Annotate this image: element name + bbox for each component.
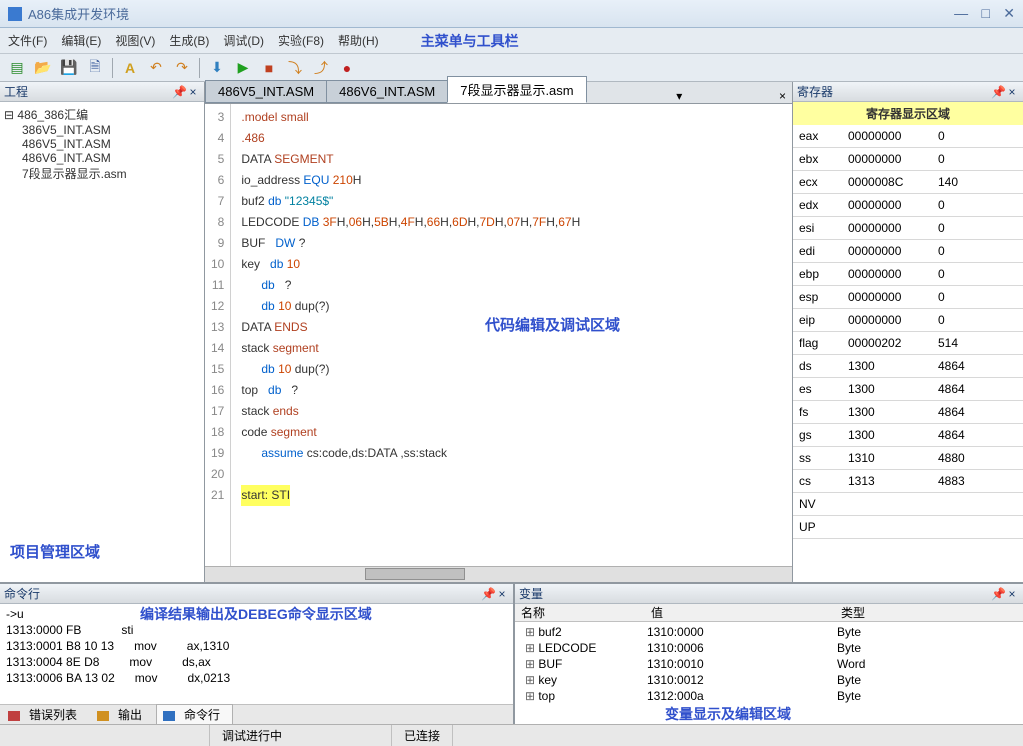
breakpoint-icon[interactable]: ● <box>336 57 358 79</box>
stop-icon[interactable]: ■ <box>258 57 280 79</box>
tab-close-icon[interactable]: × <box>773 89 792 103</box>
menu-build[interactable]: 生成(B) <box>169 32 209 49</box>
menu-experiment[interactable]: 实验(F8) <box>278 32 324 49</box>
cmd-tab-output[interactable]: 输出 <box>91 705 154 724</box>
project-annotation: 项目管理区域 <box>0 521 204 582</box>
panel-close-icon[interactable]: × <box>495 587 509 601</box>
tab[interactable]: 486V5_INT.ASM <box>205 80 327 103</box>
menu-debug[interactable]: 调试(D) <box>223 32 264 49</box>
pin-icon[interactable]: 📌 <box>991 587 1005 601</box>
horizontal-scrollbar[interactable] <box>205 566 792 582</box>
cmd-annotation: 编译结果输出及DEBEG命令显示区域 <box>140 604 372 624</box>
close-icon[interactable]: ✕ <box>1003 5 1015 21</box>
cmd-tab-errors[interactable]: 错误列表 <box>2 705 89 724</box>
tab-active[interactable]: 7段显示器显示.asm <box>447 76 586 103</box>
project-panel-title: 工程 <box>4 83 172 100</box>
stepinto-icon[interactable]: ⤵ <box>284 57 306 79</box>
var-annotation: 变量显示及编辑区域 <box>665 704 791 724</box>
code-editor[interactable]: 3456789101112131415161718192021 .model s… <box>205 104 792 566</box>
editor-tabs: 486V5_INT.ASM 486V6_INT.ASM 7段显示器显示.asm … <box>205 82 792 104</box>
line-gutter: 3456789101112131415161718192021 <box>205 104 231 566</box>
panel-close-icon[interactable]: × <box>1005 85 1019 99</box>
var-table[interactable]: ⊞ buf21310:0000Byte⊞ LEDCODE1310:0006Byt… <box>515 622 1023 724</box>
code-body[interactable]: .model small.486DATA SEGMENTio_address E… <box>231 104 792 566</box>
menu-bar: 文件(F) 编辑(E) 视图(V) 生成(B) 调试(D) 实验(F8) 帮助(… <box>0 28 1023 54</box>
tree-file[interactable]: 486V6_INT.ASM <box>4 151 200 165</box>
open-icon[interactable]: 📂 <box>32 57 54 79</box>
new-file-icon[interactable]: ▤ <box>6 57 28 79</box>
register-panel-title: 寄存器 <box>797 83 991 100</box>
var-col-value: 值 <box>645 604 835 621</box>
tree-file[interactable]: 486V5_INT.ASM <box>4 137 200 151</box>
app-icon <box>8 7 22 21</box>
register-table[interactable]: eax000000000ebx000000000ecx0000008C140ed… <box>793 125 1023 582</box>
tree-root[interactable]: 486_386汇编 <box>17 108 88 122</box>
minimize-icon[interactable]: — <box>954 5 968 21</box>
cmd-output[interactable]: ->u1313:0000 FB sti1313:0001 B8 10 13 mo… <box>0 604 513 704</box>
panel-close-icon[interactable]: × <box>186 85 200 99</box>
undo-icon[interactable]: ↶ <box>145 57 167 79</box>
pin-icon[interactable]: 📌 <box>991 85 1005 99</box>
panel-close-icon[interactable]: × <box>1005 587 1019 601</box>
tree-file[interactable]: 7段显示器显示.asm <box>4 165 200 182</box>
status-connect: 已连接 <box>392 725 453 746</box>
status-debug: 调试进行中 <box>210 725 392 746</box>
register-header: 寄存器显示区域 <box>793 102 1023 125</box>
cmd-panel-title: 命令行 <box>4 585 481 602</box>
pin-icon[interactable]: 📌 <box>172 85 186 99</box>
pin-icon[interactable]: 📌 <box>481 587 495 601</box>
run-icon[interactable]: ▶ <box>232 57 254 79</box>
build-icon[interactable]: A <box>119 57 141 79</box>
tab[interactable]: 486V6_INT.ASM <box>326 80 448 103</box>
menu-annotation: 主菜单与工具栏 <box>421 31 519 51</box>
var-col-name: 名称 <box>515 604 645 621</box>
maximize-icon[interactable]: □ <box>981 5 989 21</box>
download-icon[interactable]: ⬇ <box>206 57 228 79</box>
menu-edit[interactable]: 编辑(E) <box>61 32 101 49</box>
project-tree[interactable]: ⊟ 486_386汇编 386V5_INT.ASM 486V5_INT.ASM … <box>0 102 204 521</box>
editor-annotation: 代码编辑及调试区域 <box>485 314 620 335</box>
stepover-icon[interactable]: ⤴ <box>310 57 332 79</box>
tab-dropdown-icon[interactable]: ▾ <box>670 89 688 103</box>
save-icon[interactable]: 💾 <box>58 57 80 79</box>
menu-help[interactable]: 帮助(H) <box>338 32 379 49</box>
var-panel-title: 变量 <box>519 585 991 602</box>
cmd-tab-cmd[interactable]: 命令行 <box>156 704 233 725</box>
menu-view[interactable]: 视图(V) <box>115 32 155 49</box>
var-col-type: 类型 <box>835 604 1023 621</box>
window-title: A86集成开发环境 <box>28 4 944 23</box>
saveall-icon[interactable]: 🗎 <box>84 57 106 79</box>
menu-file[interactable]: 文件(F) <box>8 32 47 49</box>
redo-icon[interactable]: ↷ <box>171 57 193 79</box>
tree-file[interactable]: 386V5_INT.ASM <box>4 123 200 137</box>
